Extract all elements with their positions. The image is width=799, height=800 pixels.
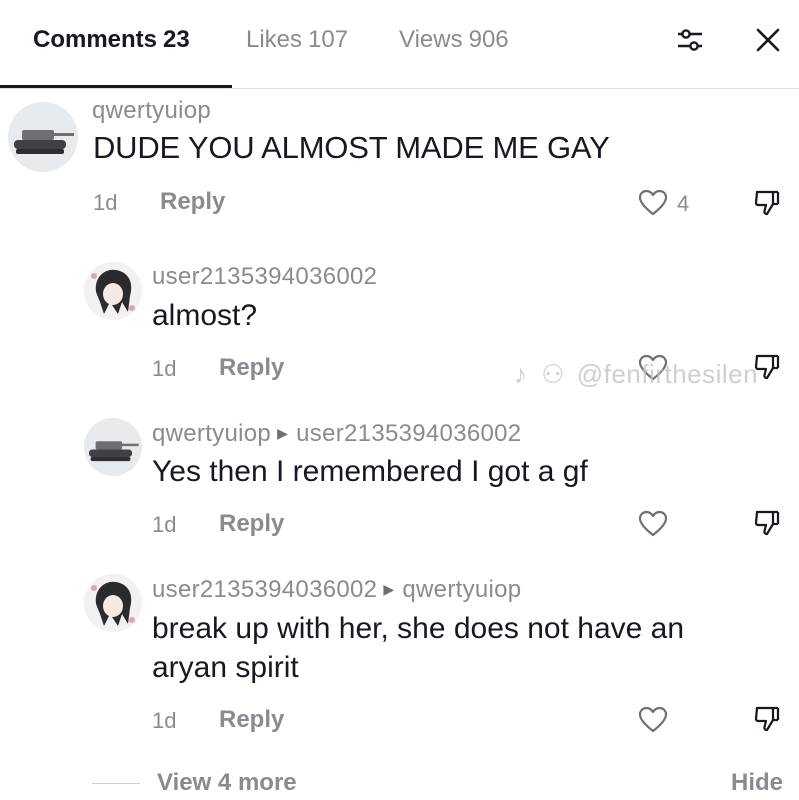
tab-likes-label: Likes xyxy=(246,26,303,53)
tab-comments[interactable]: Comments 23 xyxy=(33,24,190,56)
reply-arrow-icon: ▶ xyxy=(383,581,395,597)
comment-username-line: qwertyuiop ▶ user2135394036002 xyxy=(152,419,521,451)
comment-text-line-1: break up with her, she does not have an xyxy=(152,612,685,645)
watermark: ♪ ⚇ @fenfirthesilen xyxy=(514,358,758,390)
reply-button[interactable]: Reply xyxy=(219,509,284,539)
dislike-icon[interactable] xyxy=(752,508,782,538)
view-more-replies-button[interactable]: View 4 more xyxy=(157,768,297,798)
tank-avatar-icon xyxy=(84,418,142,476)
comment-text-line-2: aryan spirit xyxy=(152,651,299,684)
header-divider xyxy=(0,88,799,89)
hide-replies-button[interactable]: Hide xyxy=(731,768,783,798)
tiktok-logo-icon: ♪ xyxy=(514,359,528,389)
comment-username[interactable]: qwertyuiop xyxy=(92,96,211,126)
tank-avatar-icon xyxy=(8,102,78,172)
comment-age: 1d xyxy=(152,356,177,381)
watermark-text: @fenfirthesilen xyxy=(576,359,759,389)
comment-text: DUDE YOU ALMOST MADE ME GAY xyxy=(93,130,610,165)
tab-likes-count: 107 xyxy=(308,26,349,53)
avatar[interactable] xyxy=(84,262,142,320)
anime-avatar-icon xyxy=(84,574,142,632)
tab-views[interactable]: Views 906 xyxy=(399,24,509,56)
reply-button[interactable]: Reply xyxy=(219,353,284,383)
comment-text: almost? xyxy=(152,299,258,332)
comment-age: 1d xyxy=(152,708,177,733)
user-icon: ⚇ xyxy=(541,359,566,389)
like-count: 4 xyxy=(677,191,690,216)
dislike-icon[interactable] xyxy=(752,188,782,218)
comment-username[interactable]: qwertyuiop xyxy=(152,420,271,447)
heart-icon[interactable] xyxy=(638,706,668,734)
tab-views-count: 906 xyxy=(468,26,509,53)
heart-icon[interactable] xyxy=(638,189,668,217)
comment-age: 1d xyxy=(93,190,118,215)
avatar[interactable] xyxy=(84,418,142,476)
comment-username[interactable]: user2135394036002 xyxy=(152,576,377,603)
tab-likes[interactable]: Likes 107 xyxy=(246,24,348,56)
reply-to-username[interactable]: user2135394036002 xyxy=(296,420,521,447)
tab-comments-label: Comments xyxy=(33,26,158,53)
comment-username[interactable]: user2135394036002 xyxy=(152,262,377,292)
anime-avatar-icon xyxy=(84,262,142,320)
avatar[interactable] xyxy=(8,102,78,172)
tab-comments-count: 23 xyxy=(163,26,190,53)
reply-to-username[interactable]: qwertyuiop xyxy=(402,576,521,603)
reply-button[interactable]: Reply xyxy=(160,187,225,217)
close-icon[interactable] xyxy=(753,25,783,55)
reply-arrow-icon: ▶ xyxy=(277,425,289,441)
view-more-divider xyxy=(92,783,140,784)
dislike-icon[interactable] xyxy=(752,704,782,734)
filter-sliders-icon[interactable] xyxy=(675,25,705,55)
heart-icon[interactable] xyxy=(638,510,668,538)
avatar[interactable] xyxy=(84,574,142,632)
comment-username-line: user2135394036002 ▶ qwertyuiop xyxy=(152,575,521,607)
comment-age: 1d xyxy=(152,512,177,537)
comment-text: Yes then I remembered I got a gf xyxy=(152,455,588,488)
reply-button[interactable]: Reply xyxy=(219,705,284,735)
tab-views-label: Views xyxy=(399,26,463,53)
